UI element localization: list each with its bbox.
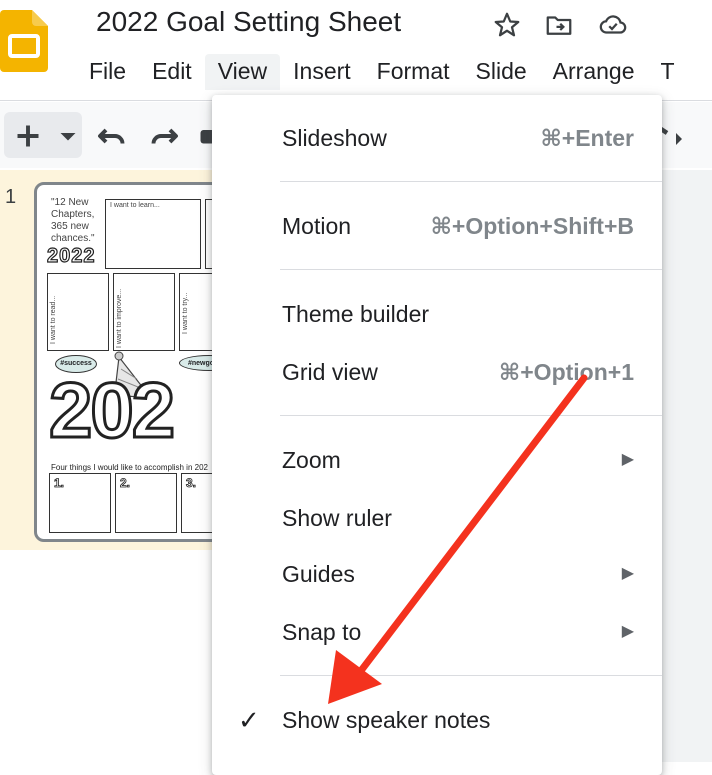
menu-item-grid-view[interactable]: Grid view ⌘+Option+1 — [212, 347, 662, 397]
move-to-folder-icon[interactable] — [544, 10, 574, 40]
view-menu-dropdown: Slideshow ⌘+Enter Motion ⌘+Option+Shift+… — [212, 95, 662, 775]
menu-separator — [280, 675, 662, 676]
thumb-box-2: 2. — [115, 473, 177, 533]
menu-view[interactable]: View — [204, 54, 281, 90]
canvas-area — [660, 170, 712, 762]
add-icon[interactable] — [10, 118, 46, 154]
menu-separator — [280, 269, 662, 270]
undo-icon[interactable] — [94, 118, 130, 154]
document-title[interactable]: 2022 Goal Setting Sheet — [96, 6, 401, 38]
thumb-box-improve: I want to improve... — [113, 273, 175, 351]
menu-separator — [280, 181, 662, 182]
shortcut-slideshow: ⌘+Enter — [540, 125, 634, 151]
shortcut-motion: ⌘+Option+Shift+B — [430, 213, 634, 239]
shortcut-grid-view: ⌘+Option+1 — [498, 359, 634, 385]
thumb-big-year: 202 — [47, 366, 176, 454]
menu-arrange[interactable]: Arrange — [540, 54, 648, 90]
redo-icon[interactable] — [146, 118, 182, 154]
thumb-box-learn: I want to learn... — [105, 199, 201, 269]
menu-file[interactable]: File — [76, 54, 139, 90]
checkmark-icon: ✓ — [238, 705, 260, 735]
menu-separator — [280, 415, 662, 416]
menu-item-guides[interactable]: Guides ▶ — [212, 549, 662, 599]
menu-tools[interactable]: T — [648, 54, 688, 90]
menu-item-motion[interactable]: Motion ⌘+Option+Shift+B — [212, 201, 662, 251]
dropdown-caret-icon[interactable] — [50, 118, 86, 154]
menu-item-zoom[interactable]: Zoom ▶ — [212, 435, 662, 485]
menu-item-snap-to[interactable]: Snap to ▶ — [212, 607, 662, 657]
thumb-year-small: 2022 — [46, 244, 96, 267]
menu-edit[interactable]: Edit — [139, 54, 205, 90]
thumb-quote: "12 New Chapters, 365 new chances." — [51, 197, 95, 244]
submenu-arrow-icon: ▶ — [621, 565, 634, 582]
thumb-box-1: 1. — [49, 473, 111, 533]
menu-insert[interactable]: Insert — [280, 54, 364, 90]
star-icon[interactable] — [492, 10, 522, 40]
menu-format[interactable]: Format — [364, 54, 463, 90]
thumb-box-read: I want to read... — [47, 273, 109, 351]
menu-item-show-speaker-notes[interactable]: ✓ Show speaker notes — [212, 695, 662, 745]
menu-bar: File Edit View Insert Format Slide Arran… — [76, 54, 688, 90]
slides-logo-icon[interactable] — [0, 10, 48, 72]
submenu-arrow-icon: ▶ — [621, 451, 634, 468]
menu-item-show-ruler[interactable]: Show ruler — [212, 493, 662, 543]
slide-number: 1 — [5, 186, 17, 208]
menu-slide[interactable]: Slide — [463, 54, 540, 90]
menu-item-theme-builder[interactable]: Theme builder — [212, 289, 662, 339]
thumb-accomplish-text: Four things I would like to accomplish i… — [51, 463, 208, 472]
submenu-arrow-icon: ▶ — [621, 623, 634, 640]
cloud-saved-icon[interactable] — [598, 10, 628, 40]
menu-item-slideshow[interactable]: Slideshow ⌘+Enter — [212, 113, 662, 163]
